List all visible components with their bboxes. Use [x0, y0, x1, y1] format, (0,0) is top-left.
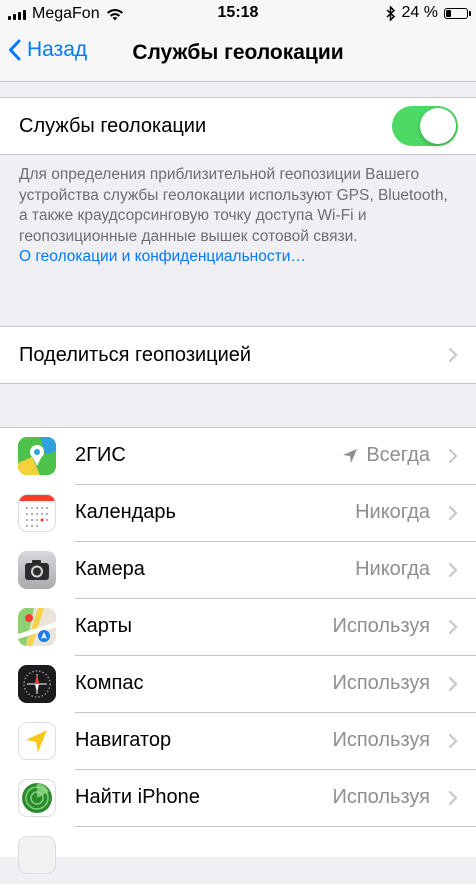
app-permission-status: Используя [332, 615, 430, 638]
app-name: Навигатор [75, 729, 172, 751]
app-name: Камера [75, 558, 145, 580]
app-row-find-iphone[interactable]: Найти iPhone Используя [0, 770, 476, 827]
battery-icon [444, 7, 471, 19]
chevron-right-icon [448, 562, 458, 578]
app-status-label: Никогда [355, 501, 430, 523]
app-permission-status: Используя [332, 672, 430, 695]
chevron-right-icon [448, 733, 458, 749]
footer-description: Для определения приблизительной геопозиц… [19, 166, 448, 245]
app-status-label: Используя [332, 672, 430, 694]
app-name: Найти iPhone [75, 786, 200, 808]
location-services-row: Службы геолокации [0, 98, 476, 154]
location-arrow-icon [343, 448, 358, 463]
compass-icon [18, 665, 56, 703]
navigation-bar: Назад Службы геолокации [0, 28, 476, 82]
privacy-link[interactable]: О геолокации и конфиденциальности… [19, 247, 449, 268]
app-status-label: Всегда [366, 444, 430, 466]
location-services-label: Службы геолокации [19, 114, 207, 137]
2gis-icon [18, 437, 56, 475]
page-title: Службы геолокации [132, 41, 344, 64]
camera-icon [18, 551, 56, 589]
share-location-group: Поделиться геопозицией [0, 326, 476, 384]
app-row-navigator[interactable]: Навигатор Используя [0, 713, 476, 770]
app-status-label: Используя [332, 615, 430, 637]
app-status-label: Используя [332, 786, 430, 808]
chevron-right-icon [448, 347, 458, 363]
app-permission-status: Никогда [355, 558, 430, 581]
app-name: Карты [75, 615, 132, 637]
app-permission-status: Никогда [355, 501, 430, 524]
app-name: 2ГИС [75, 444, 126, 466]
chevron-right-icon [448, 676, 458, 692]
chevron-right-icon [448, 619, 458, 635]
app-row-camera[interactable]: Камера Никогда [0, 542, 476, 599]
location-services-footer: Для определения приблизительной геопозиц… [19, 165, 449, 268]
app-row-compass[interactable]: Компас Используя [0, 656, 476, 713]
location-services-toggle[interactable] [392, 106, 458, 146]
find-iphone-icon [18, 779, 56, 817]
app-name: Компас [75, 672, 144, 694]
app-row-maps[interactable]: Карты Используя [0, 599, 476, 656]
app-row-calendar[interactable]: Календарь Никогда [0, 485, 476, 542]
battery-level [446, 9, 451, 17]
app-status-label: Никогда [355, 558, 430, 580]
app-row-next[interactable] [0, 827, 476, 884]
status-right: 24 % [386, 4, 471, 22]
app-permission-status: Используя [332, 729, 430, 752]
location-services-group: Службы геолокации [0, 97, 476, 155]
app-permission-status: Всегда [342, 444, 430, 467]
apps-group: 2ГИС Всегда Календарь Никогда Камера Ник… [0, 427, 476, 874]
toggle-knob [420, 108, 456, 144]
bluetooth-icon [386, 5, 395, 21]
app-name: Календарь [75, 501, 176, 523]
calendar-icon [18, 494, 56, 532]
chevron-right-icon [448, 505, 458, 521]
chevron-right-icon [448, 448, 458, 464]
app-status-label: Используя [332, 729, 430, 751]
share-location-row[interactable]: Поделиться геопозицией [0, 327, 476, 383]
battery-percent: 24 % [401, 4, 438, 21]
navigator-icon [18, 722, 56, 760]
app-permission-status: Используя [332, 786, 430, 809]
app-icon [18, 836, 56, 874]
chevron-right-icon [448, 790, 458, 806]
app-row-2gis[interactable]: 2ГИС Всегда [0, 428, 476, 485]
maps-icon [18, 608, 56, 646]
status-bar: MegaFon 15:18 24 % [0, 0, 476, 28]
share-location-label: Поделиться геопозицией [19, 343, 252, 366]
